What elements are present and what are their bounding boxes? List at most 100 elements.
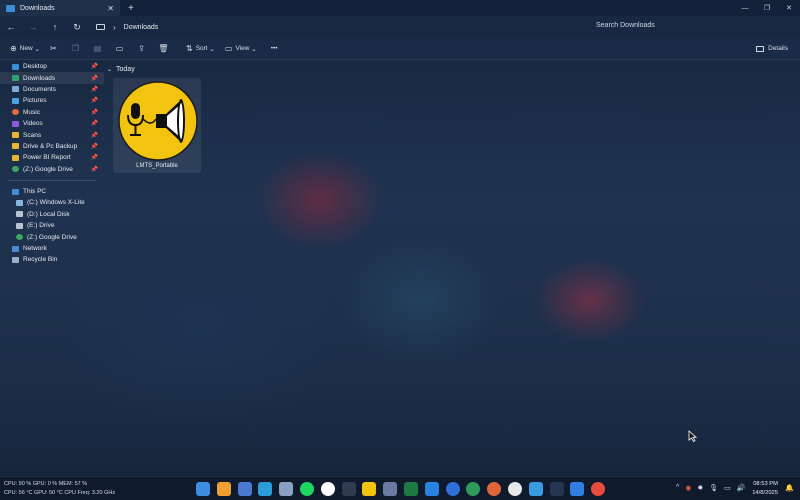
details-pane-icon [756,45,765,52]
plus-circle-icon: ⊕ [10,44,17,53]
search-input[interactable]: Search Downloads [596,22,655,29]
sidebar-item-documents[interactable]: Documents 📌 [0,84,104,95]
sidebar-item-google-drive[interactable]: (Z:) Google Drive 📌 [0,164,104,175]
breadcrumb-location[interactable]: Downloads [124,24,159,31]
new-tab-button[interactable]: + [128,3,134,14]
taskbar-app-icon[interactable] [320,482,335,496]
delete-button[interactable]: 🗑 [158,44,172,53]
back-button[interactable]: ← [0,22,22,32]
group-header-today[interactable]: ⌄ Today [107,66,135,73]
sidebar-item-drive-pc-backup[interactable]: Drive & Pc Backup 📌 [0,141,104,152]
sidebar-item-music[interactable]: Music 📌 [0,107,104,118]
folder-icon [12,132,19,139]
group-label: Today [116,66,135,73]
sidebar-item-drive-d[interactable]: (D:) Local Disk [0,209,104,220]
taskbar-app-icon[interactable] [591,482,606,496]
sidebar-item-power-bi-report[interactable]: Power BI Report 📌 [0,152,104,163]
clock[interactable]: 08:53 PM 14/8/2025 [752,480,778,497]
navigation-pane: Desktop 📌 Downloads 📌 Documents 📌 Pictures 📌… [0,61,104,471]
taskbar-app-icon[interactable] [196,482,210,496]
taskbar-app-icon[interactable] [445,482,460,496]
taskbar-app-icon[interactable] [528,482,543,496]
cut-button[interactable]: ✂ [48,44,62,53]
file-list: ⌄ Today LMTS_Portable [104,61,800,471]
sidebar-item-desktop[interactable]: Desktop 📌 [0,61,104,72]
taskbar-app-icon[interactable] [279,482,294,496]
taskbar-app-icon[interactable] [362,482,377,496]
taskbar-app-icon[interactable] [383,482,398,496]
copy-button[interactable]: ❐ [70,44,84,53]
drive-icon [16,211,23,218]
taskbar-app-icon[interactable] [466,482,481,496]
up-button[interactable]: ↑ [44,22,66,32]
refresh-button[interactable]: ↻ [66,22,88,33]
sidebar-item-videos[interactable]: Videos 📌 [0,118,104,129]
clock-time: 08:53 PM [753,481,778,487]
taskbar-app-icon[interactable] [549,482,564,496]
sidebar-item-label: Power BI Report [23,154,71,162]
taskbar-app-icon[interactable] [216,482,231,496]
pin-icon: 📌 [90,132,98,139]
sidebar-item-recycle-bin[interactable]: Recycle Bin [0,254,104,265]
scissors-icon: ✂ [50,44,57,53]
system-tray: ^ ◉ ✹ 🎙 ▭ 🔊 [676,484,752,492]
sidebar-item-drive-z[interactable]: (Z:) Google Drive [0,231,104,242]
antivirus-icon[interactable]: ◉ [685,484,691,492]
sidebar-item-this-pc[interactable]: This PC [0,186,104,197]
maximize-button[interactable]: ❐ [756,0,778,16]
breadcrumb[interactable]: › Downloads [96,23,158,32]
taskbar-app-icon[interactable] [403,482,418,496]
notification-bell-icon[interactable]: 🔔 [785,484,794,492]
file-item[interactable]: LMTS_Portable [113,78,201,173]
folder-icon [6,4,15,12]
close-window-button[interactable]: ✕ [778,0,800,16]
sidebar-item-label: Scans [23,131,42,139]
sidebar-item-drive-e[interactable]: (E:) Drive [0,220,104,231]
monitor-icon[interactable]: ▭ [724,484,731,492]
view-button[interactable]: ▭ View ⌄ [225,44,257,53]
share-button[interactable]: ⇪ [136,44,150,53]
mouse-cursor-icon [688,430,697,442]
sidebar-item-downloads[interactable]: Downloads 📌 [0,72,104,84]
sidebar-item-drive-c[interactable]: (C:) Windows X-Lite [0,197,104,208]
brightness-icon[interactable]: ✹ [697,484,703,492]
volume-icon[interactable]: 🔊 [737,484,746,492]
taskbar-app-icon[interactable] [487,482,502,496]
share-icon: ⇪ [138,44,145,53]
sort-button[interactable]: ⇅ Sort ⌄ [186,44,215,53]
more-options-button[interactable]: ••• [271,45,278,52]
sidebar-item-label: Recycle Bin [23,256,58,264]
rename-button[interactable]: ▭ [114,44,128,53]
chevron-up-icon[interactable]: ^ [676,484,679,492]
new-button-label: New [19,45,33,52]
forward-button[interactable]: → [22,22,44,32]
taskbar-app-icon[interactable] [258,482,273,496]
divider [8,179,96,181]
taskbar-app-icon[interactable] [424,482,439,496]
address-bar: ← → ↑ ↻ › Downloads [0,16,800,38]
download-icon [12,75,19,82]
stats-line-temps: CPU: 56 °C GPU: 50 °C CPU Freq: 3.20 GHz [4,489,116,496]
picture-icon [12,97,19,104]
sidebar-item-scans[interactable]: Scans 📌 [0,129,104,140]
taskbar-app-icon[interactable] [237,482,252,496]
taskbar-app-icon[interactable] [341,482,356,496]
paste-button[interactable]: ▤ [92,44,106,53]
details-button[interactable]: Details [756,45,788,52]
computer-icon [12,188,19,195]
sidebar-item-label: Desktop [23,63,47,71]
microphone-icon[interactable]: 🎙 [709,484,718,492]
view-icon: ▭ [224,44,233,53]
tab-downloads[interactable]: Downloads ✕ [0,0,120,16]
taskbar-app-icon[interactable] [299,482,314,496]
taskbar-app-icon[interactable] [507,482,522,496]
sidebar-item-network[interactable]: Network [0,243,104,254]
taskbar-app-icon[interactable] [570,482,585,496]
title-bar: Downloads ✕ + — ❐ ✕ [0,0,800,16]
sidebar-item-pictures[interactable]: Pictures 📌 [0,95,104,106]
chevron-down-icon: ⌄ [32,45,40,53]
minimize-button[interactable]: — [734,0,756,16]
sidebar-item-label: Drive & Pc Backup [23,142,78,150]
close-tab-icon[interactable]: ✕ [107,4,114,13]
new-button[interactable]: ⊕ New ⌄ [10,44,40,53]
